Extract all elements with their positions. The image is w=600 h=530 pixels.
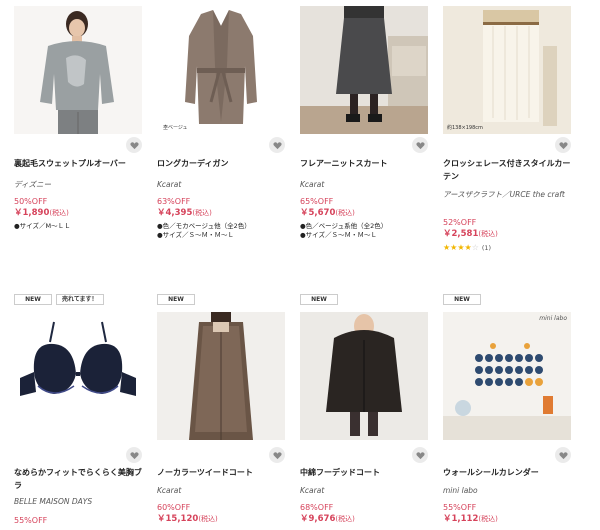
tax-label: (税込)	[49, 209, 69, 217]
image-caption: 杢ベージュ	[163, 125, 188, 131]
discount-label: 52%OFF	[443, 218, 477, 227]
discount-label: 55%OFF	[443, 503, 477, 512]
product-brand: アースザクラフト／URCE the craft	[443, 190, 565, 199]
discount-label: 65%OFF	[300, 197, 334, 206]
discount-label: 63%OFF	[157, 197, 191, 206]
product-brand: BELLE MAISON DAYS	[14, 497, 93, 506]
star-empty: ☆	[471, 243, 479, 252]
product-spec: ●サイズ／Ｓ～Ｍ・Ｍ～Ｌ	[157, 231, 234, 239]
product-brand: Kcarat	[157, 180, 182, 189]
product-brand: ディズニー	[14, 180, 51, 189]
product-price: ￥5,670(税込)	[300, 208, 355, 219]
product-image-tweed-coat[interactable]	[157, 312, 285, 440]
product-image-wall-calendar[interactable]: mini labo	[443, 312, 571, 440]
tax-label: (税込)	[192, 209, 212, 217]
product-price: ￥2,581(税込)	[443, 229, 498, 240]
favorite-button[interactable]	[412, 137, 428, 153]
product-image-skirt[interactable]	[300, 6, 428, 134]
heart-icon	[558, 141, 568, 149]
tax-label: (税込)	[335, 209, 355, 217]
tag-group: NEW	[300, 294, 338, 305]
discount-label: 55%OFF	[14, 516, 48, 525]
price-value: ￥4,395	[157, 208, 193, 218]
product-name[interactable]: 中綿フーデッドコート	[300, 466, 428, 479]
favorite-button[interactable]	[555, 447, 571, 463]
product-image-curtain[interactable]: 約138×198cm	[443, 6, 571, 134]
product-price: ￥1,112(税込)	[443, 514, 498, 525]
star-filled: ★★★★	[443, 243, 472, 252]
product-name[interactable]: なめらかフィットでらくらく美胸ブラ	[14, 466, 142, 492]
heart-icon	[558, 451, 568, 459]
favorite-button[interactable]	[412, 447, 428, 463]
product-name[interactable]: ロングカーディガン	[157, 157, 285, 170]
favorite-button[interactable]	[126, 447, 142, 463]
favorite-button[interactable]	[269, 447, 285, 463]
tax-label: (税込)	[335, 515, 355, 523]
heart-icon	[129, 141, 139, 149]
heart-icon	[272, 141, 282, 149]
price-value: ￥5,670	[300, 208, 336, 218]
bestseller-badge: 売れてます！	[56, 294, 104, 305]
product-brand: Kcarat	[300, 180, 325, 189]
heart-icon	[415, 141, 425, 149]
product-name[interactable]: 裏起毛スウェットプルオーバー	[14, 157, 142, 170]
tag-group: NEW	[443, 294, 481, 305]
review-count[interactable]: (1)	[482, 244, 491, 252]
price-value: ￥9,676	[300, 514, 336, 524]
new-badge: NEW	[300, 294, 338, 305]
discount-label: 60%OFF	[157, 503, 191, 512]
favorite-button[interactable]	[126, 137, 142, 153]
product-spec: ●色／ベージュ系他（全2色）	[300, 222, 388, 230]
favorite-button[interactable]	[269, 137, 285, 153]
discount-label: 68%OFF	[300, 503, 334, 512]
new-badge: NEW	[443, 294, 481, 305]
product-spec: ●サイズ／M～ＬＬ	[14, 222, 71, 230]
heart-icon	[272, 451, 282, 459]
product-price: ￥15,120(税込)	[157, 514, 218, 525]
heart-icon	[129, 451, 139, 459]
tax-label: (税込)	[198, 515, 218, 523]
tag-group: NEW 売れてます！	[14, 294, 104, 305]
rating-stars: ★★★★☆ (1)	[443, 243, 491, 252]
price-value: ￥2,581	[443, 229, 479, 239]
product-spec: ●色／モカベージュ他（全2色）	[157, 222, 251, 230]
discount-label: 50%OFF	[14, 197, 48, 206]
image-caption: mini labo	[539, 315, 567, 322]
new-badge: NEW	[157, 294, 195, 305]
product-brand: Kcarat	[300, 486, 325, 495]
price-value: ￥15,120	[157, 514, 199, 524]
product-brand: Kcarat	[157, 486, 182, 495]
product-price: ￥9,676(税込)	[300, 514, 355, 525]
product-name[interactable]: ノーカラーツイードコート	[157, 466, 285, 479]
favorite-button[interactable]	[555, 137, 571, 153]
product-name[interactable]: クロッシェレース付きスタイルカーテン	[443, 157, 571, 183]
product-image-bra[interactable]	[14, 312, 142, 440]
price-value: ￥1,890	[14, 208, 50, 218]
product-price: ￥1,890(税込)	[14, 208, 69, 219]
product-name[interactable]: ウォールシールカレンダー	[443, 466, 571, 479]
product-name[interactable]: フレアーニットスカート	[300, 157, 428, 170]
product-image-sweatshirt[interactable]	[14, 6, 142, 134]
product-brand: mini labo	[443, 486, 478, 495]
product-image-cardigan[interactable]: 杢ベージュ	[157, 6, 285, 134]
tax-label: (税込)	[478, 515, 498, 523]
product-spec: ●サイズ／Ｓ～Ｍ・Ｍ～Ｌ	[300, 231, 377, 239]
tax-label: (税込)	[478, 230, 498, 238]
price-value: ￥1,112	[443, 514, 479, 524]
product-image-hooded-coat[interactable]	[300, 312, 428, 440]
heart-icon	[415, 451, 425, 459]
image-caption: 約138×198cm	[447, 125, 483, 131]
product-price: ￥4,395(税込)	[157, 208, 212, 219]
tag-group: NEW	[157, 294, 195, 305]
new-badge: NEW	[14, 294, 52, 305]
